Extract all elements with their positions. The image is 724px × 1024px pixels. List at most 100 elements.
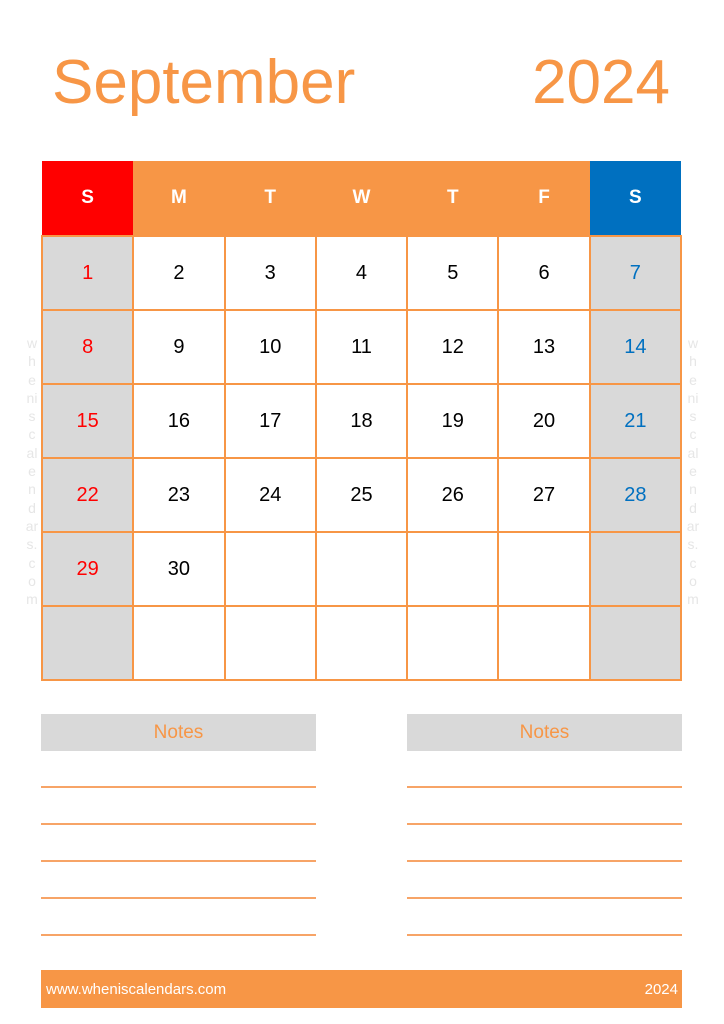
- empty-day-cell[interactable]: [497, 605, 591, 681]
- empty-day-cell[interactable]: [132, 605, 226, 681]
- day-cell-19[interactable]: 19: [406, 383, 500, 459]
- watermark-char: s.: [687, 536, 699, 553]
- weekday-friday: F: [498, 161, 590, 236]
- day-cell-29[interactable]: 29: [40, 531, 135, 607]
- watermark-char: ar: [25, 517, 39, 534]
- watermark-char: al: [26, 444, 38, 461]
- empty-day-cell[interactable]: [588, 531, 683, 607]
- day-cell-8[interactable]: 8: [40, 309, 135, 385]
- day-cell-15[interactable]: 15: [40, 383, 135, 459]
- watermark-char: ni: [687, 389, 699, 406]
- watermark-char: m: [26, 591, 38, 608]
- day-cell-14[interactable]: 14: [588, 309, 683, 385]
- watermark-char: n: [689, 481, 697, 498]
- notes-lines[interactable]: [41, 786, 316, 936]
- day-cell-11[interactable]: 11: [314, 309, 409, 385]
- watermark-char: e: [28, 371, 36, 388]
- day-cell-27[interactable]: 27: [497, 457, 591, 533]
- weekday-thursday: T: [407, 161, 499, 236]
- notes-line: [407, 860, 682, 862]
- weekday-saturday: S: [589, 161, 681, 236]
- notes-line: [407, 897, 682, 899]
- notes-line: [407, 823, 682, 825]
- watermark-char: e: [689, 463, 697, 480]
- calendar-grid: S M T W T F S 1 2 3 4 5 6 7 8 9 10 11 12 13 14 15 16 17 1…: [40, 161, 683, 681]
- watermark-char: o: [28, 572, 36, 589]
- watermark-char: c: [28, 554, 36, 571]
- empty-day-cell[interactable]: [223, 605, 317, 681]
- day-cell-6[interactable]: 6: [497, 235, 591, 311]
- day-cell-7[interactable]: 7: [588, 235, 683, 311]
- watermark-char: w: [687, 335, 699, 351]
- day-cell-10[interactable]: 10: [223, 309, 317, 385]
- watermark-char: s.: [26, 536, 38, 553]
- watermark-char: c: [689, 554, 697, 571]
- month-title: September: [52, 48, 356, 117]
- watermark-left: w h e ni s c al e n d ar s. c o m: [22, 334, 42, 608]
- day-cell-1[interactable]: 1: [40, 235, 135, 311]
- day-cell-17[interactable]: 17: [223, 383, 317, 459]
- notes-panel-right: Notes: [407, 714, 682, 936]
- day-cell-21[interactable]: 21: [588, 383, 683, 459]
- day-cell-2[interactable]: 2: [132, 235, 226, 311]
- empty-day-cell[interactable]: [406, 605, 500, 681]
- empty-day-cell[interactable]: [314, 605, 409, 681]
- day-cell-5[interactable]: 5: [406, 235, 500, 311]
- calendar-week-row: 29 30: [40, 531, 683, 607]
- notes-line: [41, 786, 316, 788]
- watermark-char: c: [28, 426, 36, 443]
- day-cell-13[interactable]: 13: [497, 309, 591, 385]
- day-cell-23[interactable]: 23: [132, 457, 226, 533]
- day-cell-18[interactable]: 18: [314, 383, 409, 459]
- weekday-sunday: S: [42, 161, 134, 236]
- empty-day-cell[interactable]: [223, 531, 317, 607]
- watermark-char: w: [26, 335, 38, 351]
- day-cell-22[interactable]: 22: [40, 457, 135, 533]
- watermark-char: d: [689, 499, 697, 516]
- watermark-char: al: [687, 444, 699, 461]
- day-cell-30[interactable]: 30: [132, 531, 226, 607]
- day-cell-4[interactable]: 4: [314, 235, 409, 311]
- notes-line: [407, 934, 682, 936]
- empty-day-cell[interactable]: [314, 531, 409, 607]
- empty-day-cell[interactable]: [588, 605, 683, 681]
- watermark-char: h: [28, 353, 36, 370]
- day-cell-9[interactable]: 9: [132, 309, 226, 385]
- watermark-char: s: [689, 408, 697, 425]
- day-cell-25[interactable]: 25: [314, 457, 409, 533]
- day-cell-28[interactable]: 28: [588, 457, 683, 533]
- day-cell-3[interactable]: 3: [223, 235, 317, 311]
- empty-day-cell[interactable]: [40, 605, 135, 681]
- day-cell-24[interactable]: 24: [223, 457, 317, 533]
- notes-line: [41, 897, 316, 899]
- day-cell-16[interactable]: 16: [132, 383, 226, 459]
- calendar-week-row: 22 23 24 25 26 27 28: [40, 457, 683, 533]
- calendar-week-row: [40, 605, 683, 681]
- empty-day-cell[interactable]: [406, 531, 500, 607]
- watermark-char: d: [28, 499, 36, 516]
- notes-line: [407, 786, 682, 788]
- footer-url-link[interactable]: www.wheniscalendars.com: [46, 981, 226, 998]
- calendar-week-row: 8 9 10 11 12 13 14: [40, 309, 683, 385]
- empty-day-cell[interactable]: [497, 531, 591, 607]
- watermark-char: e: [28, 463, 36, 480]
- year-title: 2024: [532, 48, 670, 117]
- day-cell-20[interactable]: 20: [497, 383, 591, 459]
- notes-header: Notes: [407, 714, 682, 751]
- notes-panel-left: Notes: [41, 714, 316, 936]
- watermark-char: ni: [26, 389, 38, 406]
- watermark-char: c: [689, 426, 697, 443]
- notes-line: [41, 823, 316, 825]
- weekday-monday: M: [133, 161, 225, 236]
- notes-header: Notes: [41, 714, 316, 751]
- notes-lines[interactable]: [407, 786, 682, 936]
- weekday-header-row: S M T W T F S: [42, 161, 681, 236]
- footer-year: 2024: [644, 981, 678, 998]
- watermark-char: m: [687, 591, 699, 608]
- watermark-char: o: [689, 572, 697, 589]
- day-cell-12[interactable]: 12: [406, 309, 500, 385]
- watermark-char: e: [689, 371, 697, 388]
- day-cell-26[interactable]: 26: [406, 457, 500, 533]
- watermark-char: s: [28, 408, 36, 425]
- notes-line: [41, 934, 316, 936]
